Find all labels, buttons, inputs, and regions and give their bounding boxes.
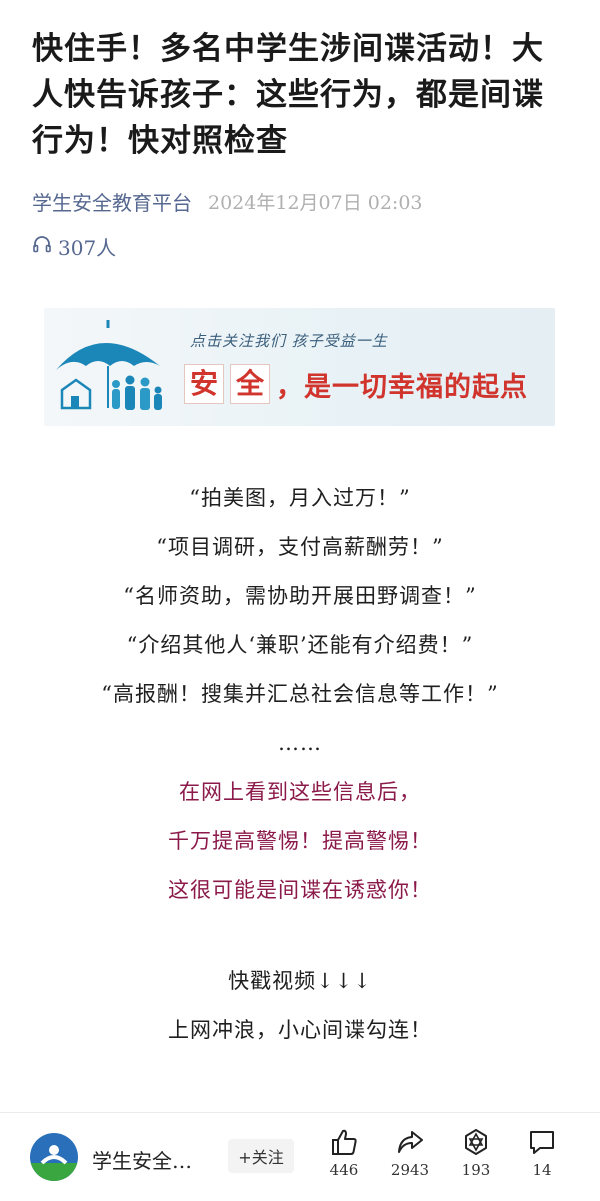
body-line: “拍美图，月入过万！” (189, 486, 411, 510)
recommend-button[interactable]: 193 (446, 1127, 506, 1179)
closing-line: 上网冲浪，小心间谍勾连！ (168, 1018, 432, 1042)
account-link[interactable]: 学生安全教育平台 (32, 187, 192, 216)
banner-tagline: 点击关注我们 孩子受益一生 (190, 332, 388, 350)
recommend-count: 193 (461, 1161, 491, 1179)
share-button[interactable]: 2943 (380, 1127, 440, 1179)
slogan-text: ，是一切幸福的起点 (276, 371, 528, 403)
like-count: 446 (329, 1161, 359, 1179)
body-line: “高报酬！搜集并汇总社会信息等工作！” (101, 682, 499, 706)
comment-count: 14 (532, 1161, 552, 1179)
comment-bubble-icon (530, 1131, 554, 1154)
publish-datetime: 2024年12月07日 02:03 (208, 191, 423, 214)
banner-slogan: 安 全 ，是一切幸福的起点 (184, 364, 528, 404)
comment-button[interactable]: 14 (512, 1127, 572, 1179)
article-body: “拍美图，月入过万！” “项目调研，支付高薪酬劳！” “名师资助，需协助开展田野… (0, 474, 600, 1055)
listen-button[interactable]: 307人 (32, 230, 116, 262)
thumbs-up-icon (332, 1129, 357, 1155)
account-avatar[interactable] (30, 1133, 78, 1181)
headphones-icon (32, 234, 52, 259)
slogan-char-box: 安 (184, 364, 224, 404)
body-line: “项目调研，支付高薪酬劳！” (156, 535, 444, 559)
article-title: 快住手！多名中学生涉间谍活动！大人快告诉孩子：这些行为，都是间谍行为！快对照检查 (32, 31, 544, 159)
follow-button[interactable]: +关注 (228, 1139, 294, 1173)
share-count: 2943 (390, 1161, 430, 1179)
platform-logo-icon (30, 1145, 78, 1181)
article-meta: 学生安全教育平台 2024年12月07日 02:03 (32, 184, 423, 218)
umbrella-family-icon (56, 320, 162, 410)
warning-line: 这很可能是间谍在诱惑你！ (168, 878, 432, 902)
banner-image[interactable]: 点击关注我们 孩子受益一生 安 全 ，是一切幸福的起点 (44, 308, 555, 426)
ellipsis-line: …… (278, 731, 322, 755)
closing-line: 快戳视频↓↓↓ (228, 969, 372, 993)
slogan-char-box-2: 全 (230, 364, 270, 404)
share-arrow-icon (398, 1131, 423, 1153)
body-line: “名师资助，需协助开展田野调查！” (123, 584, 477, 608)
body-line: “介绍其他人‘兼职’还能有介绍费！” (126, 633, 474, 657)
recommend-flower-icon (465, 1129, 487, 1155)
bottom-account-name[interactable]: 学生安全… (92, 1145, 192, 1174)
warning-line: 千万提高警惕！提高警惕！ (168, 829, 432, 853)
warning-line: 在网上看到这些信息后， (179, 780, 421, 804)
like-button[interactable]: 446 (314, 1127, 374, 1179)
bottom-action-bar: 学生安全… +关注 446 2943 193 14 (0, 1112, 600, 1201)
listen-count: 307人 (58, 235, 117, 260)
